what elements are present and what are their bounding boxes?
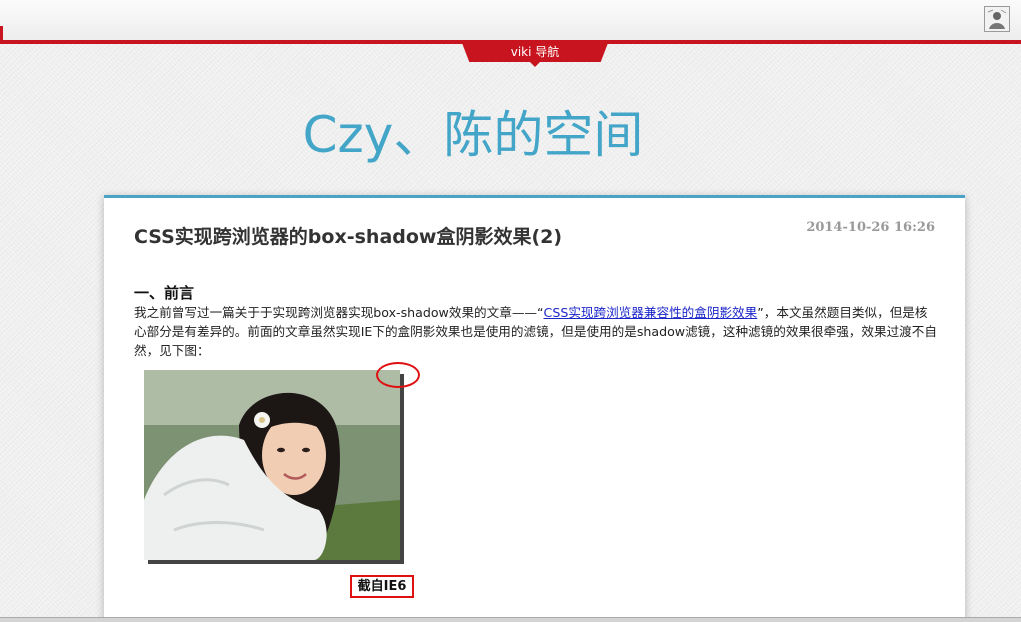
viki-nav-tab[interactable]: viki 导航 — [462, 43, 608, 62]
shadow-highlight-circle — [376, 362, 420, 388]
section-heading: 一、前言 — [134, 284, 195, 302]
nav-tab-pointer — [530, 62, 540, 67]
bottom-status-bar — [0, 617, 1021, 622]
intro-paragraph: 我之前曾写过一篇关于于实现跨浏览器实现box-shadow效果的文章——“CSS… — [134, 303, 940, 360]
example-photo — [144, 370, 400, 560]
image-caption: 截自IE6 — [350, 575, 414, 598]
post-card: CSS实现跨浏览器的box-shadow盒阴影效果(2) 2014-10-26 … — [104, 195, 965, 622]
post-date: 2014-10-26 16:26 — [806, 220, 935, 235]
user-avatar-icon[interactable] — [984, 6, 1010, 32]
post-title[interactable]: CSS实现跨浏览器的box-shadow盒阴影效果(2) — [134, 222, 562, 249]
top-toolbar — [0, 0, 1021, 41]
related-article-link[interactable]: CSS实现跨浏览器兼容性的盒阴影效果 — [544, 305, 758, 320]
intro-text-before-link: 我之前曾写过一篇关于于实现跨浏览器实现box-shadow效果的文章——“ — [134, 305, 544, 320]
site-title[interactable]: Czy、陈的空间 — [0, 100, 946, 170]
left-edge-marker — [0, 26, 3, 40]
